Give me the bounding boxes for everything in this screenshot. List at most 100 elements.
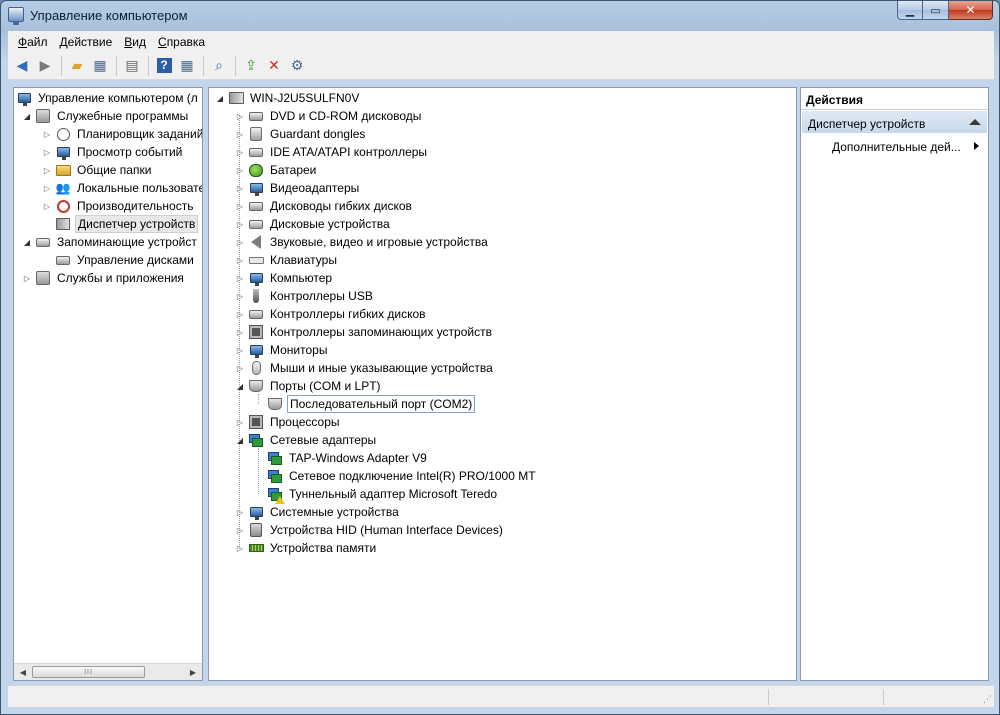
expand-arrow-icon[interactable]: ▷ [42,165,52,175]
update-driver-button[interactable]: ⇪ [240,55,262,77]
device-category[interactable]: ▷ Видеоадаптеры [235,179,361,197]
tree-item-storage[interactable]: ◢ Запоминающие устройст [22,233,199,251]
device-category[interactable]: ▷ Мыши и иные указывающие устройства [235,359,495,377]
expand-arrow-icon[interactable]: ▷ [235,201,245,211]
scroll-left-button[interactable]: ◀ [15,665,31,679]
device-category[interactable]: ▷ Guardant dongles [235,125,367,143]
scan-hardware-button[interactable]: ⌕ [208,55,230,77]
tree-item-services[interactable]: ▷ Службы и приложения [22,269,186,287]
device-category[interactable]: ▷ Процессоры [235,413,342,431]
device-category[interactable]: ▷ Контроллеры гибких дисков [235,305,428,323]
expand-arrow-icon[interactable]: ▷ [235,255,245,265]
device-category[interactable]: ▷ Контроллеры запоминающих устройств [235,323,494,341]
back-arrow-icon: ◀ [16,57,28,73]
expand-arrow-icon[interactable]: ▷ [235,129,245,139]
maximize-button[interactable]: ▭ [923,1,949,20]
forward-button[interactable]: ▶ [34,55,56,77]
device-category[interactable]: ▷ Устройства HID (Human Interface Device… [235,521,505,539]
expand-arrow-icon[interactable]: ▷ [235,309,245,319]
device-category[interactable]: ▷ Контроллеры USB [235,287,375,305]
device-category[interactable]: ▷ Компьютер [235,269,334,287]
resize-grip-icon[interactable]: ⋰ [983,694,992,705]
tree-item-local-users[interactable]: ▷ 👥 Локальные пользовате [42,179,202,197]
minimize-icon: ▁ [905,4,915,17]
back-button[interactable]: ◀ [11,55,33,77]
tree-item-computer-management[interactable]: Управление компьютером (л [16,89,200,107]
expand-arrow-icon[interactable]: ▷ [235,111,245,121]
device-category[interactable]: ▷ Устройства памяти [235,539,378,557]
device-item-network-adapter[interactable]: Туннельный адаптер Microsoft Teredo [267,485,499,504]
expand-arrow-icon[interactable]: ▷ [235,417,245,427]
expand-arrow-icon[interactable]: ▷ [235,165,245,175]
expand-arrow-icon[interactable]: ▷ [235,345,245,355]
scroll-thumb[interactable]: III [32,666,145,678]
collapse-arrow-icon[interactable]: ◢ [22,111,32,121]
expand-arrow-icon[interactable]: ▷ [235,363,245,373]
expand-arrow-icon[interactable]: ▷ [235,147,245,157]
expand-arrow-icon[interactable]: ▷ [235,327,245,337]
expand-arrow-icon[interactable]: ▷ [235,291,245,301]
expand-arrow-icon[interactable]: ▷ [235,507,245,517]
device-category[interactable]: ▷ Звуковые, видео и игровые устройства [235,233,490,251]
expand-arrow-icon[interactable]: ▷ [42,147,52,157]
horizontal-scrollbar[interactable]: ◀ III ▶ [14,663,202,680]
scan-hardware-icon: ⌕ [215,57,223,73]
device-item-network-adapter[interactable]: TAP-Windows Adapter V9 [267,449,429,467]
expand-arrow-icon[interactable]: ▷ [42,129,52,139]
tree-item-system-tools[interactable]: ◢ Служебные программы [22,107,190,125]
device-category[interactable]: ▷ Системные устройства [235,503,401,521]
device-category[interactable]: ▷ Мониторы [235,341,329,359]
device-category[interactable]: ◢ Порты (COM и LPT) [235,377,383,395]
show-action-pane-button[interactable]: ▦ [176,55,198,77]
up-level-button[interactable]: ▰ [66,55,88,77]
actions-section-device-manager[interactable]: Диспетчер устройств [802,111,987,133]
expand-arrow-icon[interactable]: ▷ [235,219,245,229]
tree-item-device-manager[interactable]: Диспетчер устройств [55,215,199,233]
shared-folder-icon [55,162,71,178]
port-icon [248,378,264,394]
tree-item-event-viewer[interactable]: ▷ Просмотр событий [42,143,184,161]
tree-item-shared-folders[interactable]: ▷ Общие папки [42,161,153,179]
properties-button[interactable]: ▤ [121,55,143,77]
expand-arrow-icon[interactable]: ▷ [22,273,32,283]
minimize-button[interactable]: ▁ [897,1,923,20]
device-category[interactable]: ▷ DVD и CD-ROM дисководы [235,107,423,125]
collapse-arrow-icon[interactable]: ◢ [22,237,32,247]
menu-help[interactable]: Справка [152,35,211,49]
expand-arrow-icon[interactable]: ▷ [235,273,245,283]
help-button[interactable]: ? [153,55,175,77]
expand-arrow-icon[interactable]: ▷ [42,183,52,193]
device-item-serial-port[interactable]: Последовательный порт (COM2) [267,395,476,413]
show-hide-tree-button[interactable]: ▦ [89,55,111,77]
collapse-arrow-icon[interactable]: ◢ [235,435,245,445]
menu-action[interactable]: Действие [54,35,119,49]
tree-item-task-scheduler[interactable]: ▷ Планировщик заданий [42,125,202,143]
device-category[interactable]: ▷ Дисководы гибких дисков [235,197,414,215]
device-category[interactable]: ▷ Клавиатуры [235,251,339,269]
collapse-arrow-icon[interactable]: ◢ [235,381,245,391]
device-category[interactable]: ◢ Сетевые адаптеры [235,431,378,449]
menu-file[interactable]: Файл [12,35,54,49]
expand-arrow-icon[interactable]: ▷ [235,237,245,247]
tree-item-performance[interactable]: ▷ Производительность [42,197,195,215]
uninstall-device-button[interactable]: ✕ [263,55,285,77]
title-bar[interactable]: Управление компьютером ▁ ▭ ✕ [1,1,999,31]
more-actions-item[interactable]: Дополнительные дей... [832,140,961,154]
device-category[interactable]: ▷ Батареи [235,161,318,179]
collapse-section-icon[interactable] [969,119,981,125]
device-category[interactable]: ▷ IDE ATA/ATAPI контроллеры [235,143,429,161]
expand-arrow-icon[interactable]: ▷ [235,183,245,193]
close-button[interactable]: ✕ [949,1,993,20]
device-tree-root[interactable]: ◢ WIN-J2U5SULFN0V [215,89,361,107]
device-item-network-adapter[interactable]: Сетевое подключение Intel(R) PRO/1000 MT [267,467,538,485]
device-category[interactable]: ▷ Дисковые устройства [235,215,392,233]
enable-device-button[interactable]: ⚙ [286,55,308,77]
tree-item-disk-management[interactable]: Управление дисками [55,251,196,269]
expand-arrow-icon[interactable]: ▷ [235,543,245,553]
expand-arrow-icon[interactable]: ▷ [42,201,52,211]
action-pane-icon: ▦ [180,57,194,73]
collapse-arrow-icon[interactable]: ◢ [215,93,225,103]
scroll-right-button[interactable]: ▶ [185,665,201,679]
menu-view[interactable]: Вид [118,35,152,49]
expand-arrow-icon[interactable]: ▷ [235,525,245,535]
